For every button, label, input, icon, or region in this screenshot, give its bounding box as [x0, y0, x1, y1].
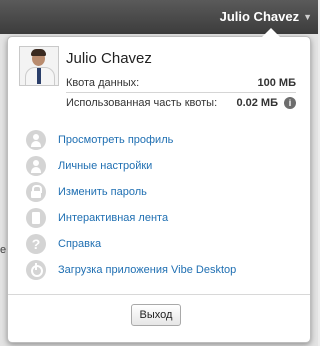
- used-quota-row: Использованная часть квоты: 0.02 МБ i: [66, 93, 296, 112]
- power-icon: [26, 260, 46, 280]
- profile-header: [19, 46, 59, 86]
- logout-button[interactable]: Выход: [131, 304, 181, 326]
- user-menu-name: Julio Chavez: [219, 9, 300, 24]
- used-quota-value: 0.02 МБ: [236, 96, 278, 109]
- quota-row: Квота данных: 100 МБ: [66, 73, 296, 93]
- footer-divider: [8, 294, 310, 295]
- menu-item-label: Изменить пароль: [58, 186, 147, 198]
- chevron-down-icon: ▼: [303, 11, 312, 22]
- used-quota-label: Использованная часть квоты:: [66, 96, 218, 109]
- menu-item-interactive-feed[interactable]: Интерактивная лента: [26, 205, 236, 231]
- menu-item-view-profile[interactable]: Просмотреть профиль: [26, 127, 236, 153]
- person-icon: [26, 130, 46, 150]
- avatar[interactable]: [19, 46, 59, 86]
- menu-item-label: Справка: [58, 238, 102, 250]
- menu-item-help[interactable]: ? Справка: [26, 231, 236, 257]
- menu-item-change-password[interactable]: Изменить пароль: [26, 179, 236, 205]
- info-icon[interactable]: i: [284, 96, 296, 109]
- person-settings-icon: [26, 156, 46, 176]
- used-quota-value-wrap: 0.02 МБ i: [236, 96, 296, 109]
- user-menu-list: Просмотреть профиль Личные настройки Изм…: [26, 127, 236, 283]
- user-menu-popup: Julio Chavez Квота данных: 100 МБ Исполь…: [7, 28, 311, 343]
- popup-pointer: [262, 28, 280, 37]
- menu-item-label: Интерактивная лента: [58, 212, 169, 224]
- menu-item-label: Загрузка приложения Vibe Desktop: [58, 264, 237, 276]
- menu-item-label: Личные настройки: [58, 160, 153, 172]
- background-text-fragment: е: [0, 244, 7, 256]
- lock-icon: [26, 182, 46, 202]
- help-icon: ?: [26, 234, 46, 254]
- menu-item-personal-settings[interactable]: Личные настройки: [26, 153, 236, 179]
- menu-item-label: Просмотреть профиль: [58, 134, 174, 146]
- profile-name: Julio Chavez: [66, 50, 152, 67]
- user-menu-toggle[interactable]: Julio Chavez ▼: [220, 9, 312, 24]
- quota-label: Квота данных:: [66, 76, 140, 89]
- feed-icon: [26, 208, 46, 228]
- quota-value: 100 МБ: [257, 76, 296, 89]
- quota-info: Квота данных: 100 МБ Использованная част…: [66, 73, 296, 112]
- menu-item-download-desktop[interactable]: Загрузка приложения Vibe Desktop: [26, 257, 236, 283]
